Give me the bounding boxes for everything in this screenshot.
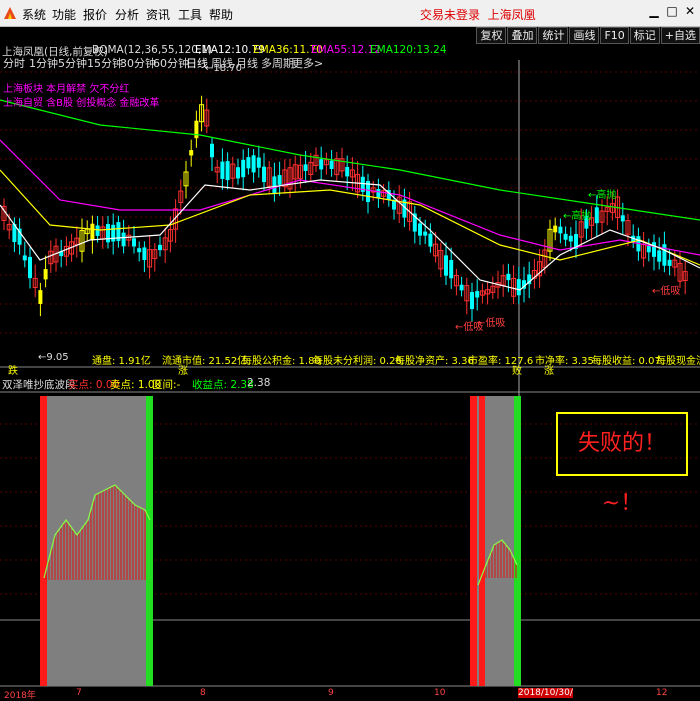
gaopao-label-2: ←高抛	[563, 211, 592, 222]
candle-body	[620, 215, 625, 222]
candle-body	[662, 244, 667, 266]
candle-body	[256, 157, 261, 168]
candle-body	[475, 291, 480, 298]
indicator-range-1-sell-edge	[146, 396, 153, 686]
high-price-label: ←18.70	[205, 63, 243, 74]
candle-body	[241, 159, 246, 178]
indicator-range-2-sell-edge	[514, 396, 521, 686]
candle-body	[246, 157, 251, 169]
candle-body	[43, 269, 48, 280]
candle-body	[423, 231, 428, 236]
candle-body	[345, 166, 350, 177]
candle-body	[376, 189, 381, 198]
stat-pe: 市盈率: 127.6	[468, 356, 534, 367]
indicator-buy-edge-2	[479, 396, 485, 686]
candle-body	[657, 250, 662, 262]
candle-body	[563, 233, 568, 240]
candle-body	[142, 247, 147, 261]
candle-body	[652, 242, 656, 257]
candle-body	[194, 120, 199, 139]
candle-body	[506, 273, 511, 281]
stat-pb: 市净率: 3.35	[535, 356, 594, 367]
indicator-panel	[40, 396, 521, 686]
date-tick: 10	[434, 688, 446, 698]
candle-body	[319, 159, 324, 170]
candle-body	[90, 223, 95, 241]
date-tick: 2018年	[4, 691, 36, 701]
news-line-1: 上海板块 本月解禁 欠不分红	[3, 84, 130, 95]
candle-body	[189, 150, 194, 156]
candle-body	[225, 161, 230, 181]
candle-body	[646, 246, 651, 253]
candle-body	[210, 143, 214, 158]
candle-body	[220, 161, 225, 179]
candle-body	[38, 290, 43, 304]
indicator-name[interactable]: 双泽唯抄底波段	[2, 377, 76, 392]
candle-body	[106, 224, 110, 243]
candle-body	[568, 235, 573, 242]
candle-body	[277, 175, 282, 185]
gaopao-label-1: ←高抛	[588, 190, 617, 201]
candle-body	[558, 226, 563, 234]
stat-reserve: 每股公积金: 1.80	[242, 356, 321, 367]
candle-body	[28, 256, 32, 279]
range-value: 区间:-	[152, 379, 181, 391]
candle-body	[329, 160, 334, 169]
fundamental-stats: 通盘: 1.91亿 流通市值: 21.52亿 每股公积金: 1.80 每股未分利…	[0, 352, 700, 367]
indicator-range-2-buy-edge	[470, 396, 477, 686]
stat-undistributed: 每股未分利润: 0.26	[313, 356, 402, 367]
fail-annotation-box: 失败的！~！	[556, 412, 688, 516]
indicator-range-1-buy-edge	[40, 396, 47, 686]
candle-body	[236, 167, 240, 179]
stat-eps: 每股收益: 0.07	[592, 356, 661, 367]
candle-body	[594, 207, 599, 224]
date-tick-current: 2018/10/30/	[518, 688, 573, 698]
candle-body	[428, 233, 433, 247]
profit-extra: 2.38	[247, 377, 271, 389]
candle-body	[158, 244, 162, 251]
dixi-label-3: ←低吸	[652, 286, 681, 297]
candle-body	[272, 176, 277, 194]
date-tick: 9	[328, 688, 334, 698]
stat-cashflow: 每股现金流	[656, 356, 700, 367]
candle-body	[553, 225, 558, 233]
candle-body	[418, 223, 422, 236]
candle-body	[95, 225, 100, 236]
candle-body	[667, 259, 672, 266]
candle-body	[22, 255, 27, 261]
candle-body	[303, 164, 308, 171]
candle-body	[449, 260, 454, 279]
stat-float-mv: 流通市值: 21.52亿	[162, 356, 248, 367]
indicator-range-2-body	[470, 396, 521, 686]
indicator-header: 双泽唯抄底波段 买点: 0.00 卖点: 1.00 区间:- 收益点: 2.38…	[0, 377, 700, 391]
candle-body	[137, 248, 142, 253]
candle-body	[516, 279, 521, 296]
date-tick: 12	[656, 688, 668, 698]
candle-body	[262, 166, 266, 182]
profit-point: 收益点: 2.38	[192, 379, 254, 391]
date-tick: 7	[76, 688, 82, 698]
stat-float-shares: 通盘: 1.91亿	[92, 356, 151, 367]
candle-body	[459, 284, 464, 291]
news-line-2: 上海自贸 含B股 创投概念 金融改革	[3, 98, 160, 109]
candle-body	[251, 155, 256, 173]
ema120-line	[0, 99, 700, 221]
date-axis: 2018年 7 8 9 10 2018/10/30/ 12	[0, 688, 700, 701]
candle-body	[444, 255, 448, 276]
date-tick: 8	[200, 688, 206, 698]
candle-body	[470, 292, 474, 310]
candle-body	[121, 232, 126, 247]
dixi-label-2: ←低吸	[477, 318, 506, 329]
candle-body	[132, 238, 136, 247]
stat-net-assets: 每股净资产: 3.36	[395, 356, 474, 367]
